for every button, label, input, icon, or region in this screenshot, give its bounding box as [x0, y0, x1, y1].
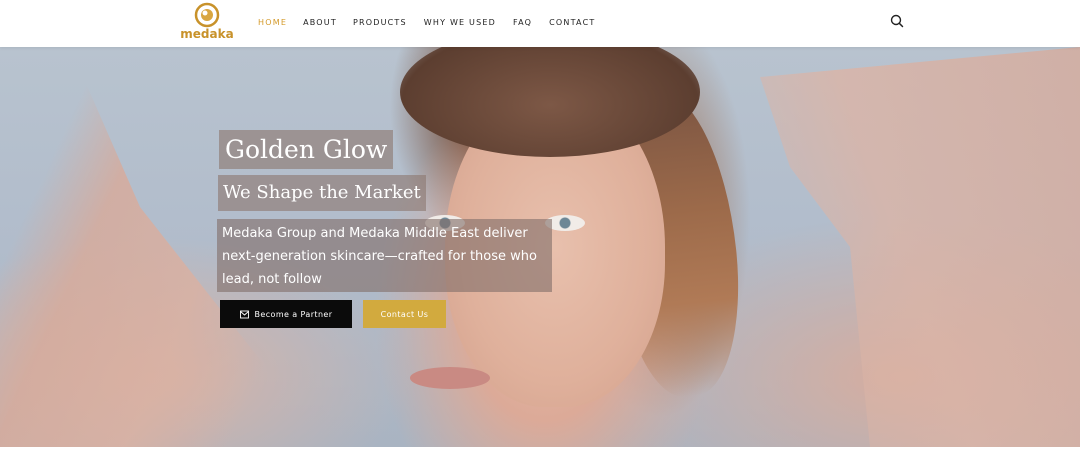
mail-icon — [239, 310, 249, 318]
hero-photo-lips — [410, 367, 490, 389]
contact-us-label: Contact Us — [380, 309, 429, 319]
become-partner-button[interactable]: Become a Partner — [220, 300, 352, 328]
hero-photo-arm-right — [760, 47, 1080, 447]
medaka-logo[interactable]: medaka — [178, 2, 236, 44]
search-icon[interactable] — [889, 13, 905, 29]
logo-text: medaka — [180, 27, 234, 41]
contact-us-button[interactable]: Contact Us — [363, 300, 446, 328]
hero-subtitle: We Shape the Market — [218, 175, 426, 211]
become-partner-label: Become a Partner — [254, 309, 333, 319]
nav-faq[interactable]: FAQ — [513, 18, 532, 27]
nav-home[interactable]: HOME — [258, 18, 287, 27]
nav-about[interactable]: ABOUT — [303, 18, 337, 27]
hero-description: Medaka Group and Medaka Middle East deli… — [217, 219, 552, 292]
nav-why-we-used[interactable]: WHY WE USED — [424, 18, 496, 27]
sun-logo-icon — [194, 2, 220, 28]
hero-title: Golden Glow — [219, 130, 394, 169]
nav-products[interactable]: PRODUCTS — [353, 18, 407, 27]
main-nav: HOME ABOUT PRODUCTS WHY WE USED FAQ CONT… — [258, 18, 595, 27]
nav-contact[interactable]: CONTACT — [549, 18, 595, 27]
site-header: medaka HOME ABOUT PRODUCTS WHY WE USED F… — [0, 0, 1080, 47]
